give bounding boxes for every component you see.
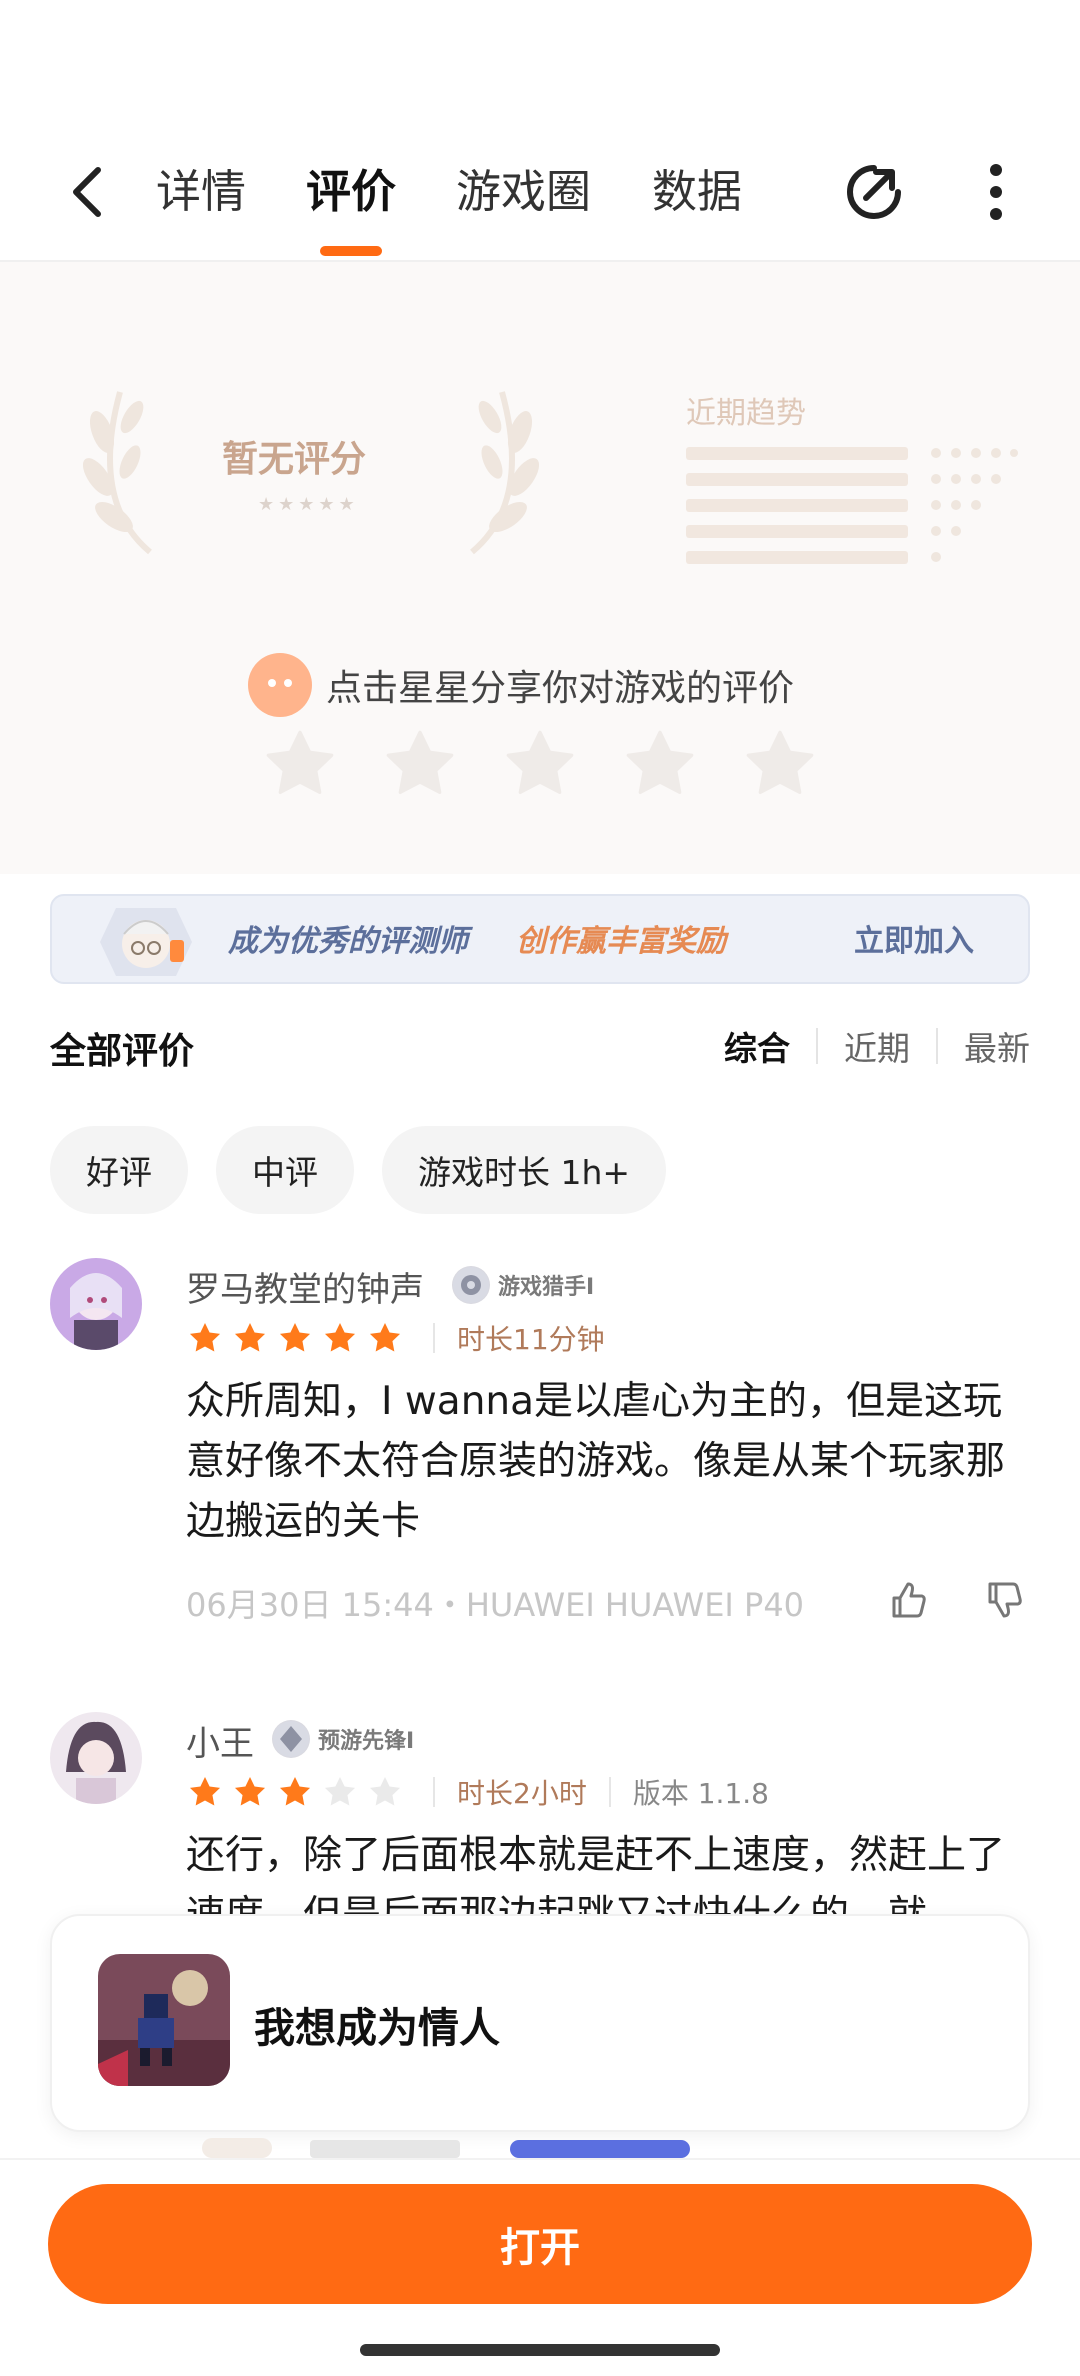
banner-text-primary: 成为优秀的评测师 bbox=[228, 924, 468, 959]
review-body[interactable]: 还行，除了后面根本就是赶不上速度，然赶上了速度，但是后面那边起跳又过快什么的，就 bbox=[186, 1826, 1036, 1914]
version-label: 版本 1.1.8 bbox=[632, 1777, 769, 1810]
laurel-left-icon bbox=[82, 391, 152, 555]
trend-placeholder bbox=[686, 447, 1018, 567]
star-filled-icon bbox=[189, 1776, 221, 1806]
review-body[interactable]: 众所周知，I wanna是以虐心为主的，但是这玩意好像不太符合原装的游戏。像是从… bbox=[186, 1372, 1036, 1552]
user-badge: 预游先锋I bbox=[272, 1720, 414, 1758]
rating-stars-input bbox=[260, 724, 860, 804]
rate-star-5-icon[interactable] bbox=[740, 724, 820, 804]
sort-options: 综合 近期 最新 bbox=[724, 1022, 1030, 1070]
reviewer-mascot-icon bbox=[100, 908, 192, 976]
badge-label: 预游先锋I bbox=[318, 1729, 415, 1754]
filter-playtime[interactable]: 游戏时长 1h+ bbox=[382, 1126, 667, 1214]
rating-panel: 暂无评分 ★★★★★ 近期趋势 点击星星分享你对游戏的评价 bbox=[0, 262, 1080, 874]
tab-reviews[interactable]: 评价 bbox=[306, 164, 396, 220]
review-rating: 时长2小时 版本 1.1.8 bbox=[186, 1772, 769, 1812]
avatar[interactable] bbox=[50, 1712, 142, 1804]
star-filled-icon bbox=[279, 1322, 311, 1352]
filter-positive[interactable]: 好评 bbox=[50, 1126, 188, 1214]
star-filled-icon bbox=[324, 1322, 356, 1352]
star-filled-icon bbox=[234, 1776, 266, 1806]
thumbs-down-icon[interactable] bbox=[984, 1580, 1024, 1620]
star-empty-icon bbox=[369, 1776, 401, 1806]
top-nav: 详情 评价 游戏圈 数据 bbox=[0, 150, 1080, 262]
reviewer-recruit-banner[interactable]: 成为优秀的评测师 创作赢丰富奖励 立即加入 bbox=[50, 894, 1030, 984]
user-badge: 游戏猎手I bbox=[452, 1266, 594, 1304]
join-now-link[interactable]: 立即加入 bbox=[854, 916, 974, 960]
rate-star-4-icon[interactable] bbox=[620, 724, 700, 804]
game-card[interactable]: 我想成为情人 bbox=[50, 1914, 1030, 2132]
share-icon[interactable] bbox=[842, 160, 906, 224]
rate-star-2-icon[interactable] bbox=[380, 724, 460, 804]
rate-prompt-text: 点击星星分享你对游戏的评价 bbox=[326, 668, 795, 709]
star-filled-icon bbox=[234, 1322, 266, 1352]
avatar[interactable] bbox=[50, 1258, 142, 1350]
star-filled-icon bbox=[279, 1776, 311, 1806]
laurel-right-icon bbox=[470, 391, 540, 555]
reviewer-name[interactable]: 罗马教堂的钟声 bbox=[186, 1262, 424, 1311]
banner-text-highlight: 创作赢丰富奖励 bbox=[516, 924, 726, 959]
badge-label: 游戏猎手I bbox=[498, 1275, 595, 1300]
thumbs-up-icon[interactable] bbox=[888, 1580, 928, 1620]
game-title: 我想成为情人 bbox=[254, 2004, 500, 2052]
pioneer-badge-icon bbox=[272, 1720, 310, 1758]
active-tab-indicator bbox=[320, 246, 382, 256]
tab-data[interactable]: 数据 bbox=[652, 164, 742, 220]
filter-neutral[interactable]: 中评 bbox=[216, 1126, 354, 1214]
review-rating: 时长11分钟 bbox=[186, 1318, 605, 1358]
mascot-icon bbox=[248, 653, 312, 717]
home-indicator[interactable] bbox=[360, 2344, 720, 2356]
sort-newest[interactable]: 最新 bbox=[964, 1022, 1030, 1070]
open-game-button[interactable]: 打开 bbox=[48, 2184, 1032, 2304]
tab-game-circle[interactable]: 游戏圈 bbox=[456, 164, 591, 220]
game-icon bbox=[98, 1954, 230, 2086]
rate-star-3-icon[interactable] bbox=[500, 724, 580, 804]
more-menu-icon[interactable] bbox=[976, 158, 1016, 226]
rate-prompt: 点击星星分享你对游戏的评价 bbox=[248, 650, 794, 720]
mini-stars-placeholder: ★★★★★ bbox=[258, 494, 359, 515]
back-arrow-icon[interactable] bbox=[62, 162, 112, 222]
reviewer-name[interactable]: 小王 bbox=[186, 1716, 254, 1765]
filter-chips: 好评 中评 游戏时长 1h+ bbox=[50, 1126, 694, 1214]
playtime-label: 时长11分钟 bbox=[457, 1323, 605, 1356]
review-footer: 06月30日 15:44・HUAWEI HUAWEI P40 bbox=[186, 1586, 805, 1624]
rate-star-1-icon[interactable] bbox=[260, 724, 340, 804]
hunter-badge-icon bbox=[452, 1266, 490, 1304]
next-review-peek bbox=[200, 2132, 700, 2158]
bottom-bar: 打开 bbox=[0, 2158, 1080, 2376]
trend-label: 近期趋势 bbox=[686, 396, 806, 431]
playtime-label: 时长2小时 bbox=[457, 1777, 587, 1810]
sort-recent[interactable]: 近期 bbox=[844, 1022, 910, 1070]
star-filled-icon bbox=[369, 1322, 401, 1352]
no-score-label: 暂无评分 bbox=[222, 439, 367, 480]
sort-overall[interactable]: 综合 bbox=[724, 1022, 790, 1070]
star-filled-icon bbox=[189, 1322, 221, 1352]
tab-details[interactable]: 详情 bbox=[156, 164, 246, 220]
review-card: 小王 预游先锋I 时长2小时 版本 1.1.8 还行，除了后面根本就是赶不上速度… bbox=[0, 1712, 1080, 1914]
all-reviews-title: 全部评价 bbox=[50, 1031, 195, 1072]
star-empty-icon bbox=[324, 1776, 356, 1806]
